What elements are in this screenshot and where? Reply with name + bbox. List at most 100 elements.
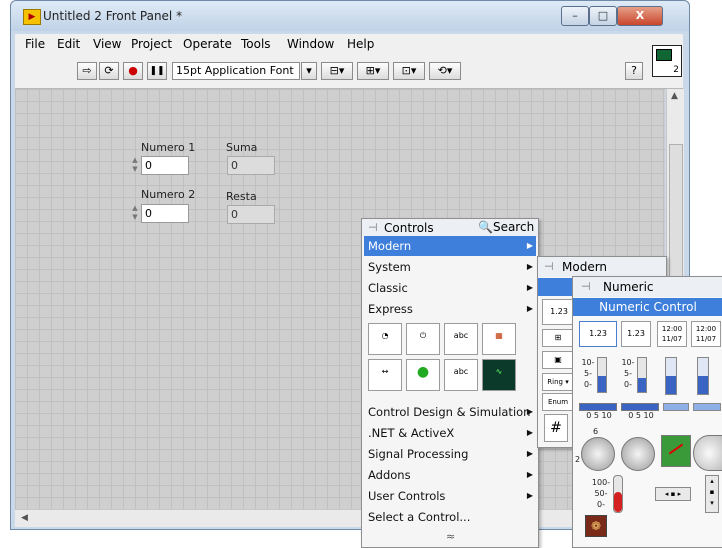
vertical-scrollbar-control-icon[interactable]: ▴ ▪ ▾ [705,475,719,513]
slide-fill [638,378,646,392]
menu-view[interactable]: View [93,37,121,51]
run-continuously-button[interactable]: ⟳ [99,62,119,80]
modern-numeric-icon[interactable]: 1.23 [542,299,576,325]
run-button[interactable]: ⇨ [77,62,97,80]
menu-tools[interactable]: Tools [241,37,271,51]
palette-item-system-label: System [368,260,411,274]
palette-item-modern-label: Modern [368,239,412,253]
palette-item-user-controls-label: User Controls [368,489,446,503]
progress-fill [666,376,676,394]
font-selector[interactable]: 15pt Application Font [172,62,300,80]
palette-item-select-control-label: Select a Control... [368,510,471,524]
maximize-button[interactable]: □ [589,6,617,26]
close-button[interactable]: X [617,6,663,26]
pause-button[interactable]: ❚❚ [147,62,167,80]
menu-project[interactable]: Project [131,37,172,51]
numero2-spinner[interactable]: ▲ ▼ [131,204,139,223]
modern-ring-enum-icon[interactable]: Ring ▾ [542,373,574,391]
menu-edit[interactable]: Edit [57,37,80,51]
horizontal-scrollbar-control-icon[interactable]: ◂ ▪ ▸ [655,487,691,501]
pin-icon[interactable]: ⊣ [581,280,591,293]
numeric-indicator-icon[interactable]: 1.23 [621,321,651,347]
palette-item-user-controls[interactable]: User Controls ▶ [364,486,536,506]
reorder-button[interactable]: ⟲▾ [429,62,461,80]
align-icon: ⊟▾ [329,64,345,77]
express-graph-icon[interactable]: ▦ [482,323,516,355]
minimize-button[interactable]: – [561,6,589,26]
numero2-control[interactable]: 0 [141,204,189,223]
framed-color-box-icon[interactable]: ❁ [585,515,607,537]
distribute-objects-button[interactable]: ⊞▾ [357,62,389,80]
controls-palette-title: Controls [384,221,434,235]
resize-objects-button[interactable]: ⊡▾ [393,62,425,80]
palette-item-control-design[interactable]: Control Design & Simulation ▶ [364,402,536,422]
gauge-icon[interactable] [693,435,722,471]
palette-item-modern[interactable]: Modern ▶ [364,236,536,256]
pin-icon[interactable]: ⊣ [544,260,554,273]
modern-boolean-icon[interactable]: ▣ [542,351,574,369]
vertical-progress-bar-icon[interactable] [665,357,677,395]
palette-item-classic[interactable]: Classic ▶ [364,278,536,298]
horizontal-fill-slide-icon[interactable] [621,403,659,411]
menu-window[interactable]: Window [287,37,334,51]
express-text-control-icon[interactable]: abc [444,323,478,355]
horizontal-scrollbar[interactable]: ◀ [15,509,666,527]
palette-item-signal-processing[interactable]: Signal Processing ▶ [364,444,536,464]
express-led-icon[interactable]: ● [406,359,440,391]
modern-array-matrix-icon[interactable]: ⊞ [542,329,574,347]
title-bar[interactable]: ▶ Untitled 2 Front Panel * – □ X [11,1,689,31]
time-stamp-indicator-icon[interactable]: 12:00 11/07 [691,321,721,347]
horizontal-progress-bar-icon[interactable] [663,403,689,411]
express-waveform-icon[interactable]: ∿ [482,359,516,391]
thermometer-icon[interactable] [613,475,623,513]
dial-icon[interactable] [621,437,655,471]
modern-hash-label: # [550,420,562,436]
context-help-button[interactable]: ? [625,62,643,80]
menu-operate[interactable]: Operate [183,37,232,51]
resta-indicator: 0 [227,205,275,224]
numeric-control-icon[interactable]: 1.23 [579,321,617,347]
search-button[interactable]: 🔍Search [478,220,534,234]
vertical-graduated-bar-icon[interactable] [697,357,709,395]
numeric-palette-header: ⊣ Numeric [573,277,722,297]
vertical-fill-slide-icon[interactable] [637,357,647,393]
font-name: 15pt Application Font [176,64,294,77]
pin-icon[interactable]: ⊣ [368,221,378,234]
scroll-left-icon[interactable]: ◀ [21,513,28,523]
scale-tick: 50- [594,489,608,498]
menu-help[interactable]: Help [347,37,374,51]
modern-refnum-icon[interactable]: # [544,414,568,442]
vertical-pointer-slide-icon[interactable] [597,357,607,393]
align-objects-button[interactable]: ⊟▾ [321,62,353,80]
horizontal-pointer-slide-icon[interactable] [579,403,617,411]
palette-item-system[interactable]: System ▶ [364,257,536,277]
palette-item-express[interactable]: Express ▶ [364,299,536,319]
express-toggle-icon[interactable]: ⏻ [406,323,440,355]
submenu-arrow-icon: ▶ [526,428,533,437]
menu-file[interactable]: File [25,37,45,51]
controls-palette-header: ⊣ Controls 🔍Search [362,219,538,237]
modern-enum-icon[interactable]: Enum [542,393,574,411]
palette-item-addons[interactable]: Addons ▶ [364,465,536,485]
vi-icon-number: 2 [673,65,679,75]
palette-item-select-control[interactable]: Select a Control... [364,507,536,527]
express-knob-icon[interactable]: ◔ [368,323,402,355]
numero1-control[interactable]: 0 [141,156,189,175]
express-slider-icon[interactable]: ↔ [368,359,402,391]
numero1-spinner[interactable]: ▲ ▼ [131,156,139,175]
numeric-palette-title: Numeric [603,280,654,294]
search-icon: 🔍 [478,220,493,234]
meter-icon[interactable] [661,435,691,467]
time-stamp-control-icon[interactable]: 12:00 11/07 [657,321,687,347]
knob-icon[interactable] [581,437,615,471]
font-dropdown-arrow[interactable]: ▾ [301,62,317,80]
collapse-palette-icon[interactable]: ≈ [446,530,455,543]
abort-button[interactable]: ● [123,62,143,80]
horizontal-graduated-bar-icon[interactable] [693,403,721,411]
vi-icon[interactable]: 2 [652,45,682,77]
submenu-arrow-icon: ▶ [526,304,533,313]
express-text-indicator-icon[interactable]: abc [444,359,478,391]
scroll-up-icon[interactable]: ▲ [671,91,678,101]
resta-label: Resta [226,190,257,203]
palette-item-dotnet[interactable]: .NET & ActiveX ▶ [364,423,536,443]
